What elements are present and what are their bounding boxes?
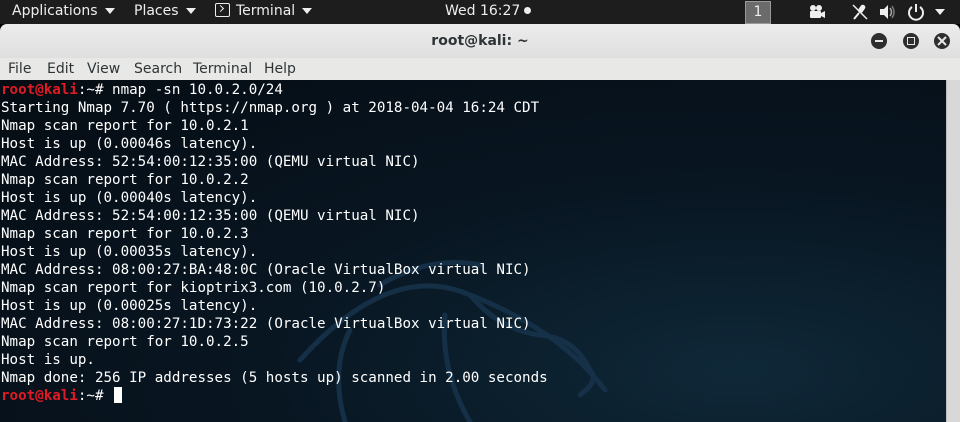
- close-icon: [937, 36, 947, 46]
- clock-label: Wed 16:27: [445, 3, 521, 19]
- clock[interactable]: Wed 16:27: [445, 0, 532, 24]
- prompt-path: :~#: [77, 388, 113, 404]
- video-camera-icon[interactable]: [807, 2, 827, 22]
- power-icon[interactable]: [906, 2, 926, 22]
- output-line: Host is up (0.00035s latency).: [1, 244, 258, 260]
- output-line: Nmap done: 256 IP addresses (5 hosts up)…: [1, 370, 548, 386]
- command-line: root@kali:~# nmap -sn 10.0.2.0/24: [1, 81, 548, 99]
- chevron-down-icon: [104, 8, 115, 14]
- output-line: Nmap scan report for 10.0.2.1: [1, 118, 249, 134]
- workspace-indicator[interactable]: 1: [745, 1, 771, 24]
- close-button[interactable]: [934, 33, 950, 49]
- volume-icon[interactable]: [878, 2, 898, 22]
- command-text: nmap -sn 10.0.2.0/24: [112, 82, 283, 98]
- window-title: root@kali: ~: [431, 33, 529, 49]
- menu-view[interactable]: View: [87, 58, 120, 80]
- menu-file[interactable]: File: [8, 58, 31, 80]
- output-line: MAC Address: 08:00:27:BA:48:0C (Oracle V…: [1, 262, 531, 278]
- output-line: Host is up (0.00046s latency).: [1, 136, 258, 152]
- maximize-icon: [907, 37, 915, 45]
- top-bar: Applications Places Terminal Wed 16:27 1: [0, 0, 960, 24]
- menu-terminal[interactable]: Terminal: [193, 58, 252, 80]
- output-line: MAC Address: 52:54:00:12:35:00 (QEMU vir…: [1, 208, 420, 224]
- applications-label: Applications: [12, 3, 98, 19]
- terminal-view[interactable]: root@kali:~# nmap -sn 10.0.2.0/24 Starti…: [0, 80, 946, 422]
- prompt-path: :~#: [77, 82, 113, 98]
- prompt-user: root@kali: [1, 82, 78, 98]
- output-line: MAC Address: 08:00:27:1D:73:22 (Oracle V…: [1, 316, 531, 332]
- app-menu-terminal[interactable]: Terminal: [215, 0, 313, 24]
- output-line: Host is up (0.00025s latency).: [1, 298, 258, 314]
- menu-help[interactable]: Help: [264, 58, 296, 80]
- output-line: MAC Address: 52:54:00:12:35:00 (QEMU vir…: [1, 154, 420, 170]
- terminal-icon: [215, 3, 230, 17]
- menu-bar: File Edit View Search Terminal Help: [0, 58, 960, 81]
- output-line: Nmap scan report for 10.0.2.2: [1, 172, 249, 188]
- output-line: Nmap scan report for kioptrix3.com (10.0…: [1, 280, 386, 296]
- output-line: Nmap scan report for 10.0.2.3: [1, 226, 249, 242]
- maximize-button[interactable]: [903, 33, 919, 49]
- places-label: Places: [134, 3, 179, 19]
- notification-dot-icon: [524, 7, 532, 14]
- output-line: Starting Nmap 7.70 ( https://nmap.org ) …: [1, 100, 540, 116]
- output-line: Nmap scan report for 10.0.2.5: [1, 334, 249, 350]
- menu-edit[interactable]: Edit: [47, 58, 74, 80]
- microphone-off-icon[interactable]: [850, 2, 870, 22]
- chevron-down-icon: [302, 8, 313, 14]
- output-line: Host is up.: [1, 352, 95, 368]
- minimize-icon: [875, 40, 883, 42]
- window-titlebar[interactable]: root@kali: ~: [0, 24, 960, 59]
- menu-search[interactable]: Search: [134, 58, 182, 80]
- chevron-down-icon[interactable]: [935, 9, 945, 15]
- minimize-button[interactable]: [871, 33, 887, 49]
- output-line: Host is up (0.00040s latency).: [1, 190, 258, 206]
- prompt-line[interactable]: root@kali:~#: [1, 387, 548, 405]
- terminal-output: root@kali:~# nmap -sn 10.0.2.0/24 Starti…: [1, 81, 548, 405]
- text-cursor: [114, 387, 123, 403]
- applications-menu[interactable]: Applications: [12, 0, 115, 24]
- places-menu[interactable]: Places: [134, 0, 196, 24]
- prompt-user: root@kali: [1, 388, 78, 404]
- chevron-down-icon: [185, 8, 196, 14]
- app-menu-label: Terminal: [236, 3, 296, 19]
- terminal-scrollbar[interactable]: [946, 80, 960, 422]
